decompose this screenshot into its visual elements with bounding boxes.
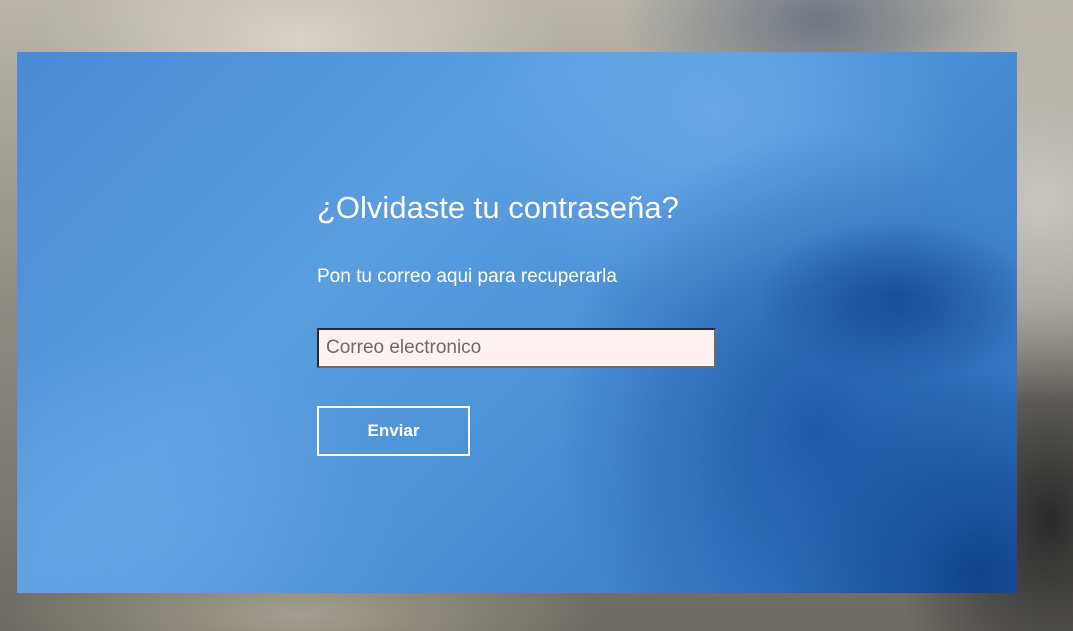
- instructions-text: Pon tu correo aqui para recuperarla: [317, 266, 617, 287]
- page-title: ¿Olvidaste tu contraseña?: [317, 190, 679, 225]
- recovery-panel: [17, 52, 1017, 593]
- submit-button[interactable]: Enviar: [317, 406, 470, 456]
- email-field[interactable]: [317, 328, 716, 368]
